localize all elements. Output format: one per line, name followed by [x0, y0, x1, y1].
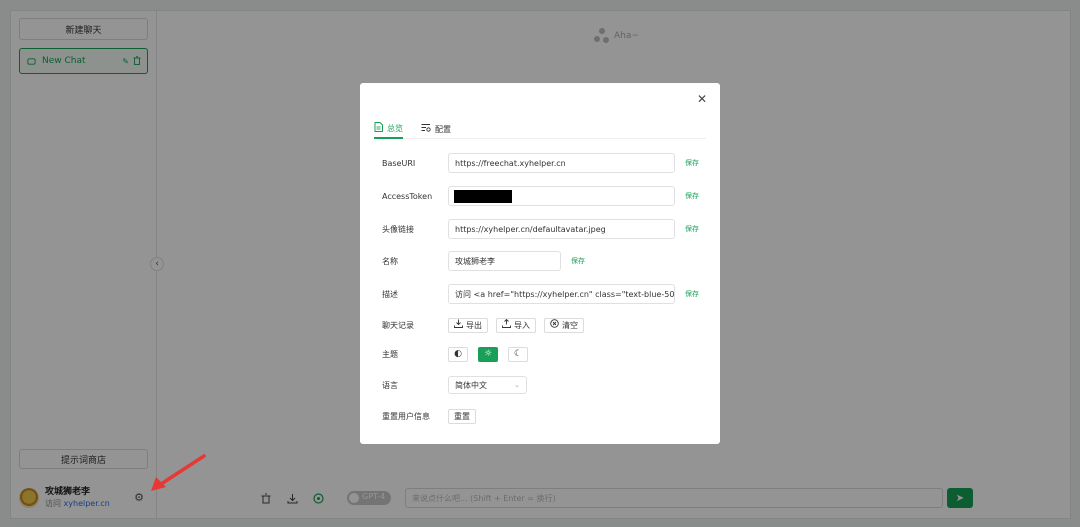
theme-dark-button[interactable]: ☾ [508, 346, 528, 362]
file-icon [374, 121, 383, 135]
settings-tabs: 总览 配置 [374, 119, 706, 139]
description-input[interactable]: 访问 <a href="https://xyhelper.cn" class="… [448, 284, 675, 304]
close-circle-icon [550, 319, 559, 331]
description-save-button[interactable]: 保存 [685, 289, 699, 299]
chevron-down-icon: ⌄ [514, 381, 520, 389]
row-baseuri: BaseURI https://freechat.xyhelper.cn 保存 [382, 153, 699, 173]
language-label: 语言 [382, 380, 398, 390]
theme-auto-button[interactable]: ◐ [448, 346, 468, 362]
contrast-icon: ◐ [454, 349, 462, 359]
moon-icon: ☾ [513, 349, 523, 359]
row-description: 描述 访问 <a href="https://xyhelper.cn" clas… [382, 284, 699, 304]
sun-icon: ☼ [483, 349, 493, 359]
avatar-url-save-button[interactable]: 保存 [685, 224, 699, 234]
download-icon [454, 319, 463, 331]
tab-overview[interactable]: 总览 [374, 119, 403, 139]
accesstoken-input[interactable] [448, 186, 675, 206]
clear-button[interactable]: 清空 [544, 317, 584, 333]
settings-modal: ✕ 总览 配置 BaseURI https://freechat.xyhelpe… [360, 83, 720, 444]
row-language: 语言 简体中文 ⌄ [382, 375, 527, 395]
accesstoken-save-button[interactable]: 保存 [685, 191, 699, 201]
close-icon[interactable]: ✕ [696, 93, 708, 105]
language-value: 简体中文 [455, 380, 487, 390]
name-input[interactable]: 攻城狮老李 [448, 251, 561, 271]
filter-settings-icon [421, 123, 431, 135]
annotation-arrow [151, 454, 206, 491]
name-label: 名称 [382, 256, 398, 266]
avatar-url-input[interactable]: https://xyhelper.cn/defaultavatar.jpeg [448, 219, 675, 239]
chat-history-label: 聊天记录 [382, 320, 414, 330]
tab-config-label: 配置 [435, 124, 451, 134]
export-button[interactable]: 导出 [448, 317, 488, 333]
row-chat-history: 聊天记录 导出 导入 清空 [382, 315, 592, 335]
baseuri-save-button[interactable]: 保存 [685, 158, 699, 168]
reset-button[interactable]: 重置 [448, 408, 476, 424]
row-reset: 重置用户信息 重置 [382, 406, 484, 426]
baseuri-input[interactable]: https://freechat.xyhelper.cn [448, 153, 675, 173]
row-avatar: 头像链接 https://xyhelper.cn/defaultavatar.j… [382, 219, 699, 239]
upload-icon [502, 318, 511, 331]
tab-overview-label: 总览 [387, 123, 403, 133]
redaction-block [454, 189, 512, 203]
description-label: 描述 [382, 289, 398, 299]
import-label: 导入 [514, 320, 530, 330]
baseuri-label: BaseURI [382, 158, 416, 168]
row-accesstoken: AccessToken 保存 [382, 186, 699, 206]
clear-label: 清空 [562, 320, 578, 330]
export-label: 导出 [466, 320, 482, 330]
import-button[interactable]: 导入 [496, 317, 536, 333]
avatar-url-label: 头像链接 [382, 224, 414, 234]
theme-label: 主题 [382, 349, 398, 359]
row-name: 名称 攻城狮老李 保存 [382, 251, 585, 271]
name-save-button[interactable]: 保存 [571, 256, 585, 266]
theme-light-button[interactable]: ☼ [478, 346, 498, 362]
tab-config[interactable]: 配置 [421, 119, 451, 139]
language-select[interactable]: 简体中文 ⌄ [448, 376, 527, 394]
reset-user-label: 重置用户信息 [382, 411, 430, 421]
accesstoken-label: AccessToken [382, 191, 433, 201]
row-theme: 主题 ◐ ☼ ☾ [382, 344, 538, 364]
